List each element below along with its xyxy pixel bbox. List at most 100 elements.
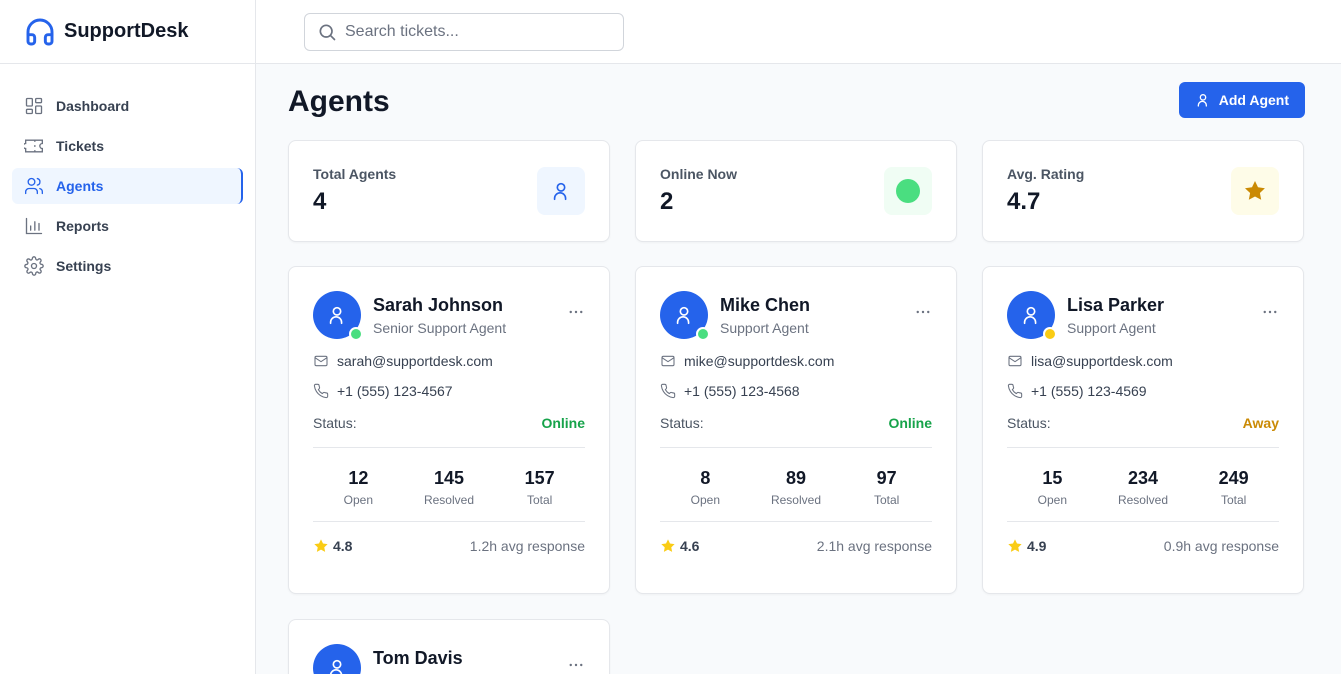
- agent-phone-row: +1 (555) 123-4568: [660, 383, 932, 399]
- presence-indicator: [349, 327, 363, 341]
- more-options-icon[interactable]: [567, 656, 585, 674]
- brand[interactable]: SupportDesk: [0, 0, 255, 64]
- agent-rating: 4.9: [1007, 538, 1046, 554]
- agent-role: Support Agent: [720, 320, 809, 336]
- star-icon: [314, 539, 328, 552]
- avg-response: 0.9h avg response: [1163, 538, 1279, 554]
- status-label: Status:: [313, 415, 357, 431]
- agent-name: Tom Davis: [373, 648, 463, 668]
- stat-card-avg-rating: Avg. Rating 4.7: [982, 140, 1304, 242]
- stat-card-online-now: Online Now 2: [635, 140, 957, 242]
- agent-phone[interactable]: +1 (555) 123-4568: [684, 383, 800, 399]
- star-icon: [1245, 181, 1265, 200]
- stat-value: 4: [313, 188, 327, 215]
- more-options-icon[interactable]: [567, 303, 585, 321]
- stat-badge: [1231, 167, 1279, 215]
- agent-phone-row: +1 (555) 123-4567: [313, 383, 585, 399]
- sidebar-item-agents[interactable]: Agents: [12, 168, 243, 204]
- user-icon: [329, 659, 343, 674]
- resolved-label: Resolved: [770, 493, 821, 507]
- agent-email[interactable]: sarah@supportdesk.com: [337, 353, 493, 369]
- agent-email[interactable]: mike@supportdesk.com: [684, 353, 834, 369]
- stat-label: Total Agents: [313, 166, 397, 182]
- total-count: 157: [524, 468, 555, 488]
- agent-phone[interactable]: +1 (555) 123-4567: [337, 383, 453, 399]
- agent-email-row: lisa@supportdesk.com: [1007, 353, 1279, 369]
- search-input[interactable]: [345, 22, 605, 41]
- search-box[interactable]: [304, 12, 624, 51]
- stat-value: 4.7: [1007, 188, 1041, 215]
- rating-value: 4.8: [333, 538, 353, 554]
- sidebar-item-reports[interactable]: Reports: [12, 208, 243, 244]
- agent-cards: Sarah Johnson Senior Support Agent sarah…: [288, 266, 1305, 674]
- sidebar-item-label: Agents: [56, 178, 104, 194]
- sidebar-item-settings[interactable]: Settings: [12, 248, 243, 284]
- presence-indicator: [696, 327, 710, 341]
- resolved-count: 145: [433, 468, 464, 488]
- status-label: Status:: [660, 415, 704, 431]
- agent-name: Lisa Parker: [1067, 295, 1165, 315]
- more-options-icon[interactable]: [914, 303, 932, 321]
- agent-card[interactable]: Mike Chen Support Agent mike@supportdesk…: [635, 266, 957, 594]
- agent-email[interactable]: lisa@supportdesk.com: [1031, 353, 1173, 369]
- agent-rating: 4.8: [313, 538, 352, 554]
- total-label: Total: [1220, 493, 1247, 507]
- bar-chart-icon: [25, 217, 43, 235]
- agent-name: Mike Chen: [720, 295, 811, 315]
- stat-value: 2: [660, 188, 674, 215]
- ticket-counts: 12 Open 145 Resolved 157 Total: [313, 448, 585, 522]
- ticket-counts: 8 Open 89 Resolved 97 Total: [660, 448, 932, 522]
- stat-label: Online Now: [660, 166, 737, 182]
- page-title: Agents: [288, 85, 390, 118]
- avatar: [313, 291, 363, 341]
- gear-icon: [24, 256, 44, 276]
- ticket-icon: [24, 139, 43, 153]
- mail-icon: [1008, 355, 1022, 367]
- user-icon: [1023, 306, 1037, 325]
- status-row: Status: Online: [660, 415, 932, 448]
- presence-indicator: [1043, 327, 1057, 341]
- stat-card-total-agents: Total Agents 4: [288, 140, 610, 242]
- agent-email-row: mike@supportdesk.com: [660, 353, 932, 369]
- agent-card[interactable]: Tom Davis: [288, 619, 610, 674]
- rating-value: 4.9: [1027, 538, 1047, 554]
- sidebar-item-label: Tickets: [56, 138, 104, 154]
- status-label: Status:: [1007, 415, 1051, 431]
- open-count: 8: [700, 468, 711, 488]
- headset-icon: [26, 18, 54, 45]
- open-count: 15: [1042, 468, 1063, 488]
- resolved-label: Resolved: [1117, 493, 1168, 507]
- avatar: [660, 291, 710, 341]
- agent-email-row: sarah@supportdesk.com: [313, 353, 585, 369]
- status-badge: Online: [888, 415, 932, 431]
- agent-card[interactable]: Lisa Parker Support Agent lisa@supportde…: [982, 266, 1304, 594]
- user-plus-icon: [1197, 94, 1207, 107]
- more-options-icon[interactable]: [1261, 303, 1279, 321]
- star-icon: [1008, 539, 1022, 552]
- phone-icon: [660, 383, 676, 399]
- phone-icon: [313, 383, 329, 399]
- add-agent-button[interactable]: Add Agent: [1178, 82, 1305, 118]
- open-label: Open: [690, 493, 720, 507]
- mail-icon: [661, 355, 675, 367]
- add-agent-label: Add Agent: [1218, 92, 1289, 108]
- top-bar: [256, 0, 1341, 64]
- avatar: [313, 644, 361, 674]
- app-name: SupportDesk: [64, 20, 189, 42]
- main-content: Agents Add Agent Total Agents 4 Online N…: [288, 64, 1305, 674]
- sidebar-item-tickets[interactable]: Tickets: [12, 128, 243, 164]
- users-icon: [25, 177, 44, 195]
- agent-role: Senior Support Agent: [373, 320, 507, 336]
- user-icon: [676, 306, 690, 325]
- phone-icon: [1007, 383, 1023, 399]
- agent-card[interactable]: Sarah Johnson Senior Support Agent sarah…: [288, 266, 610, 594]
- resolved-label: Resolved: [423, 493, 474, 507]
- sidebar-item-label: Dashboard: [56, 98, 130, 114]
- resolved-count: 89: [785, 468, 806, 488]
- avatar: [1007, 291, 1057, 341]
- sidebar-item-label: Settings: [56, 258, 112, 274]
- resolved-count: 234: [1127, 468, 1158, 488]
- agent-phone-row: +1 (555) 123-4569: [1007, 383, 1279, 399]
- sidebar-item-dashboard[interactable]: Dashboard: [12, 88, 243, 124]
- agent-phone[interactable]: +1 (555) 123-4569: [1031, 383, 1147, 399]
